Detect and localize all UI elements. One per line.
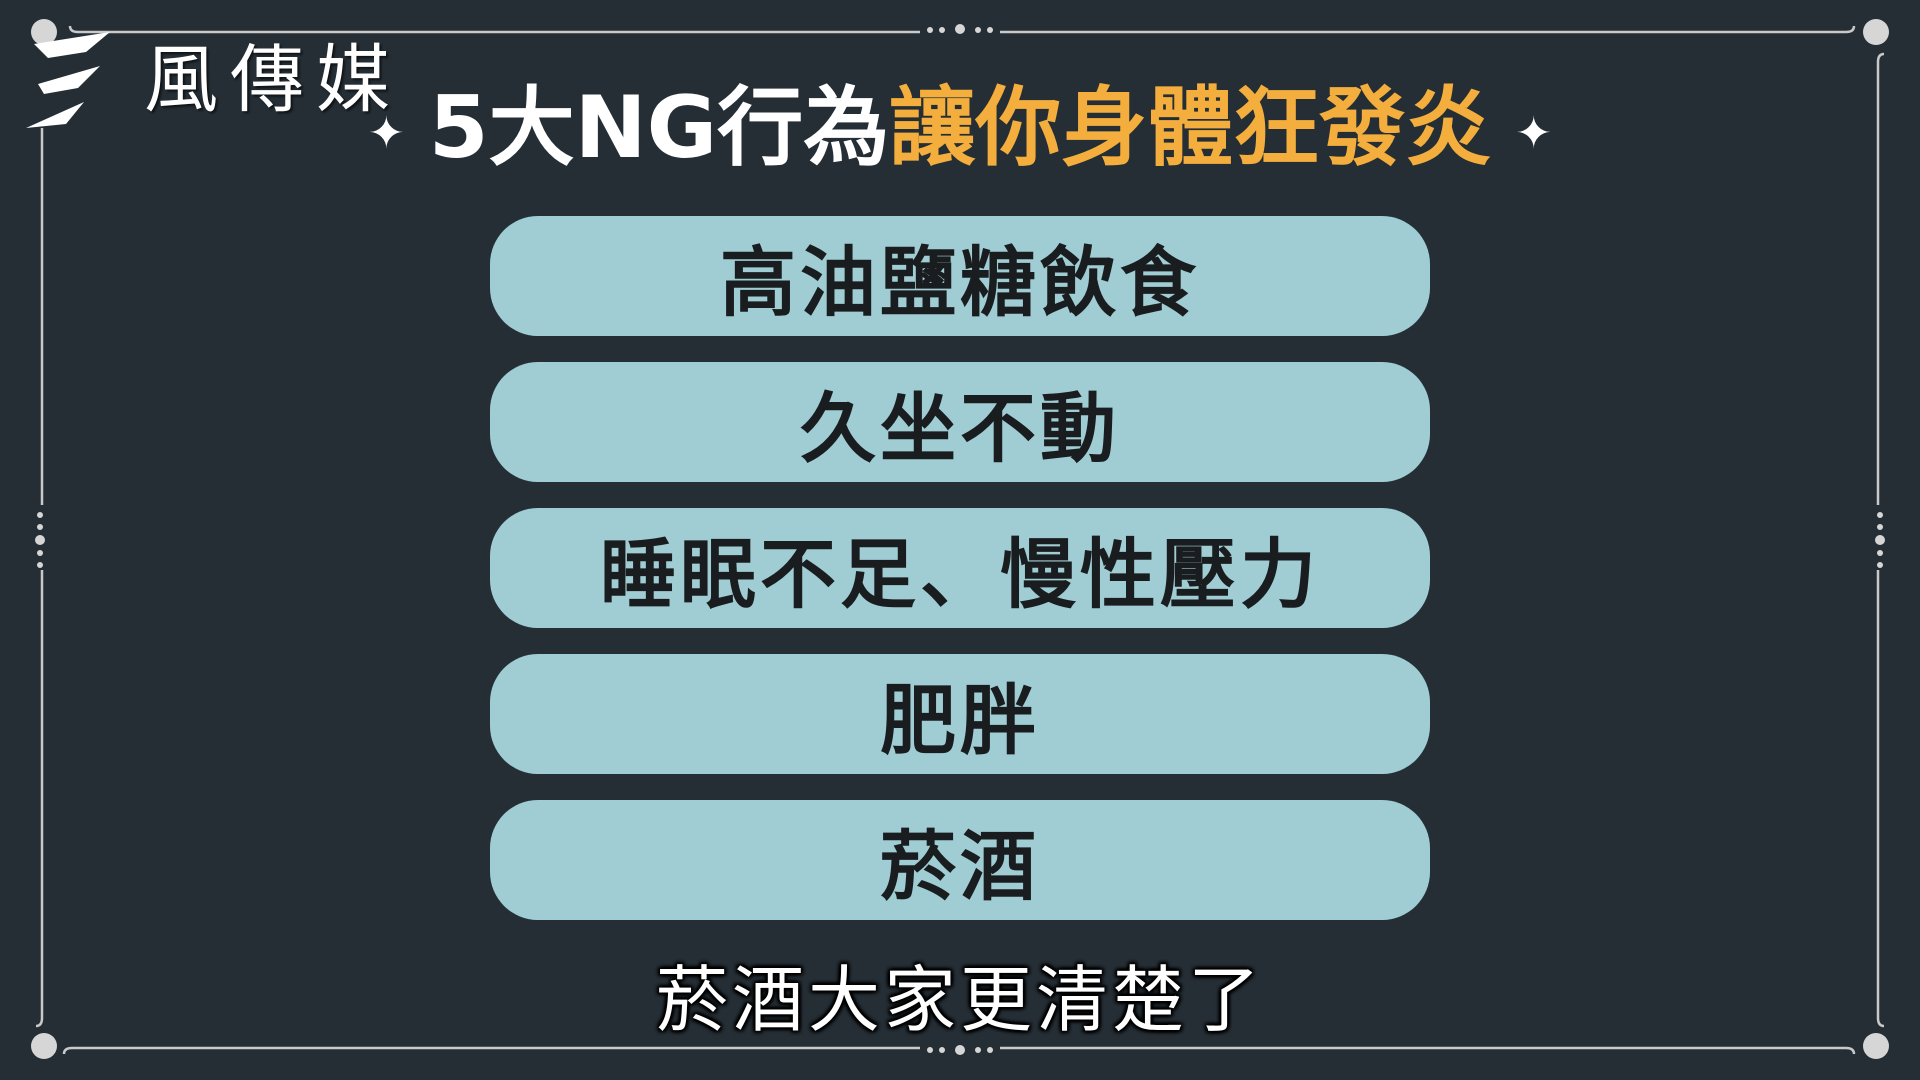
title-prefix: 5大NG行為 (428, 78, 890, 178)
list-item: 睡眠不足、慢性壓力 (490, 508, 1430, 628)
list-item: 菸酒 (490, 800, 1430, 920)
list-item: 肥胖 (490, 654, 1430, 774)
list-item: 久坐不動 (490, 362, 1430, 482)
sparkle-left-icon: ✦ (367, 107, 405, 159)
title-highlight: 讓你身體狂發炎 (889, 78, 1492, 178)
slide: 風傳媒 ✦ 5大NG行為讓你身體狂發炎 ✦ 高油鹽糖飲食 久坐不動 睡眠不足、慢性壓… (0, 0, 1920, 1080)
behavior-list: 高油鹽糖飲食 久坐不動 睡眠不足、慢性壓力 肥胖 菸酒 (490, 216, 1430, 946)
list-item: 高油鹽糖飲食 (490, 216, 1430, 336)
slide-title: ✦ 5大NG行為讓你身體狂發炎 ✦ (0, 78, 1920, 184)
caption-subtitle: 菸酒大家更清楚了 (655, 958, 1264, 1042)
sparkle-right-icon: ✦ (1515, 107, 1553, 159)
